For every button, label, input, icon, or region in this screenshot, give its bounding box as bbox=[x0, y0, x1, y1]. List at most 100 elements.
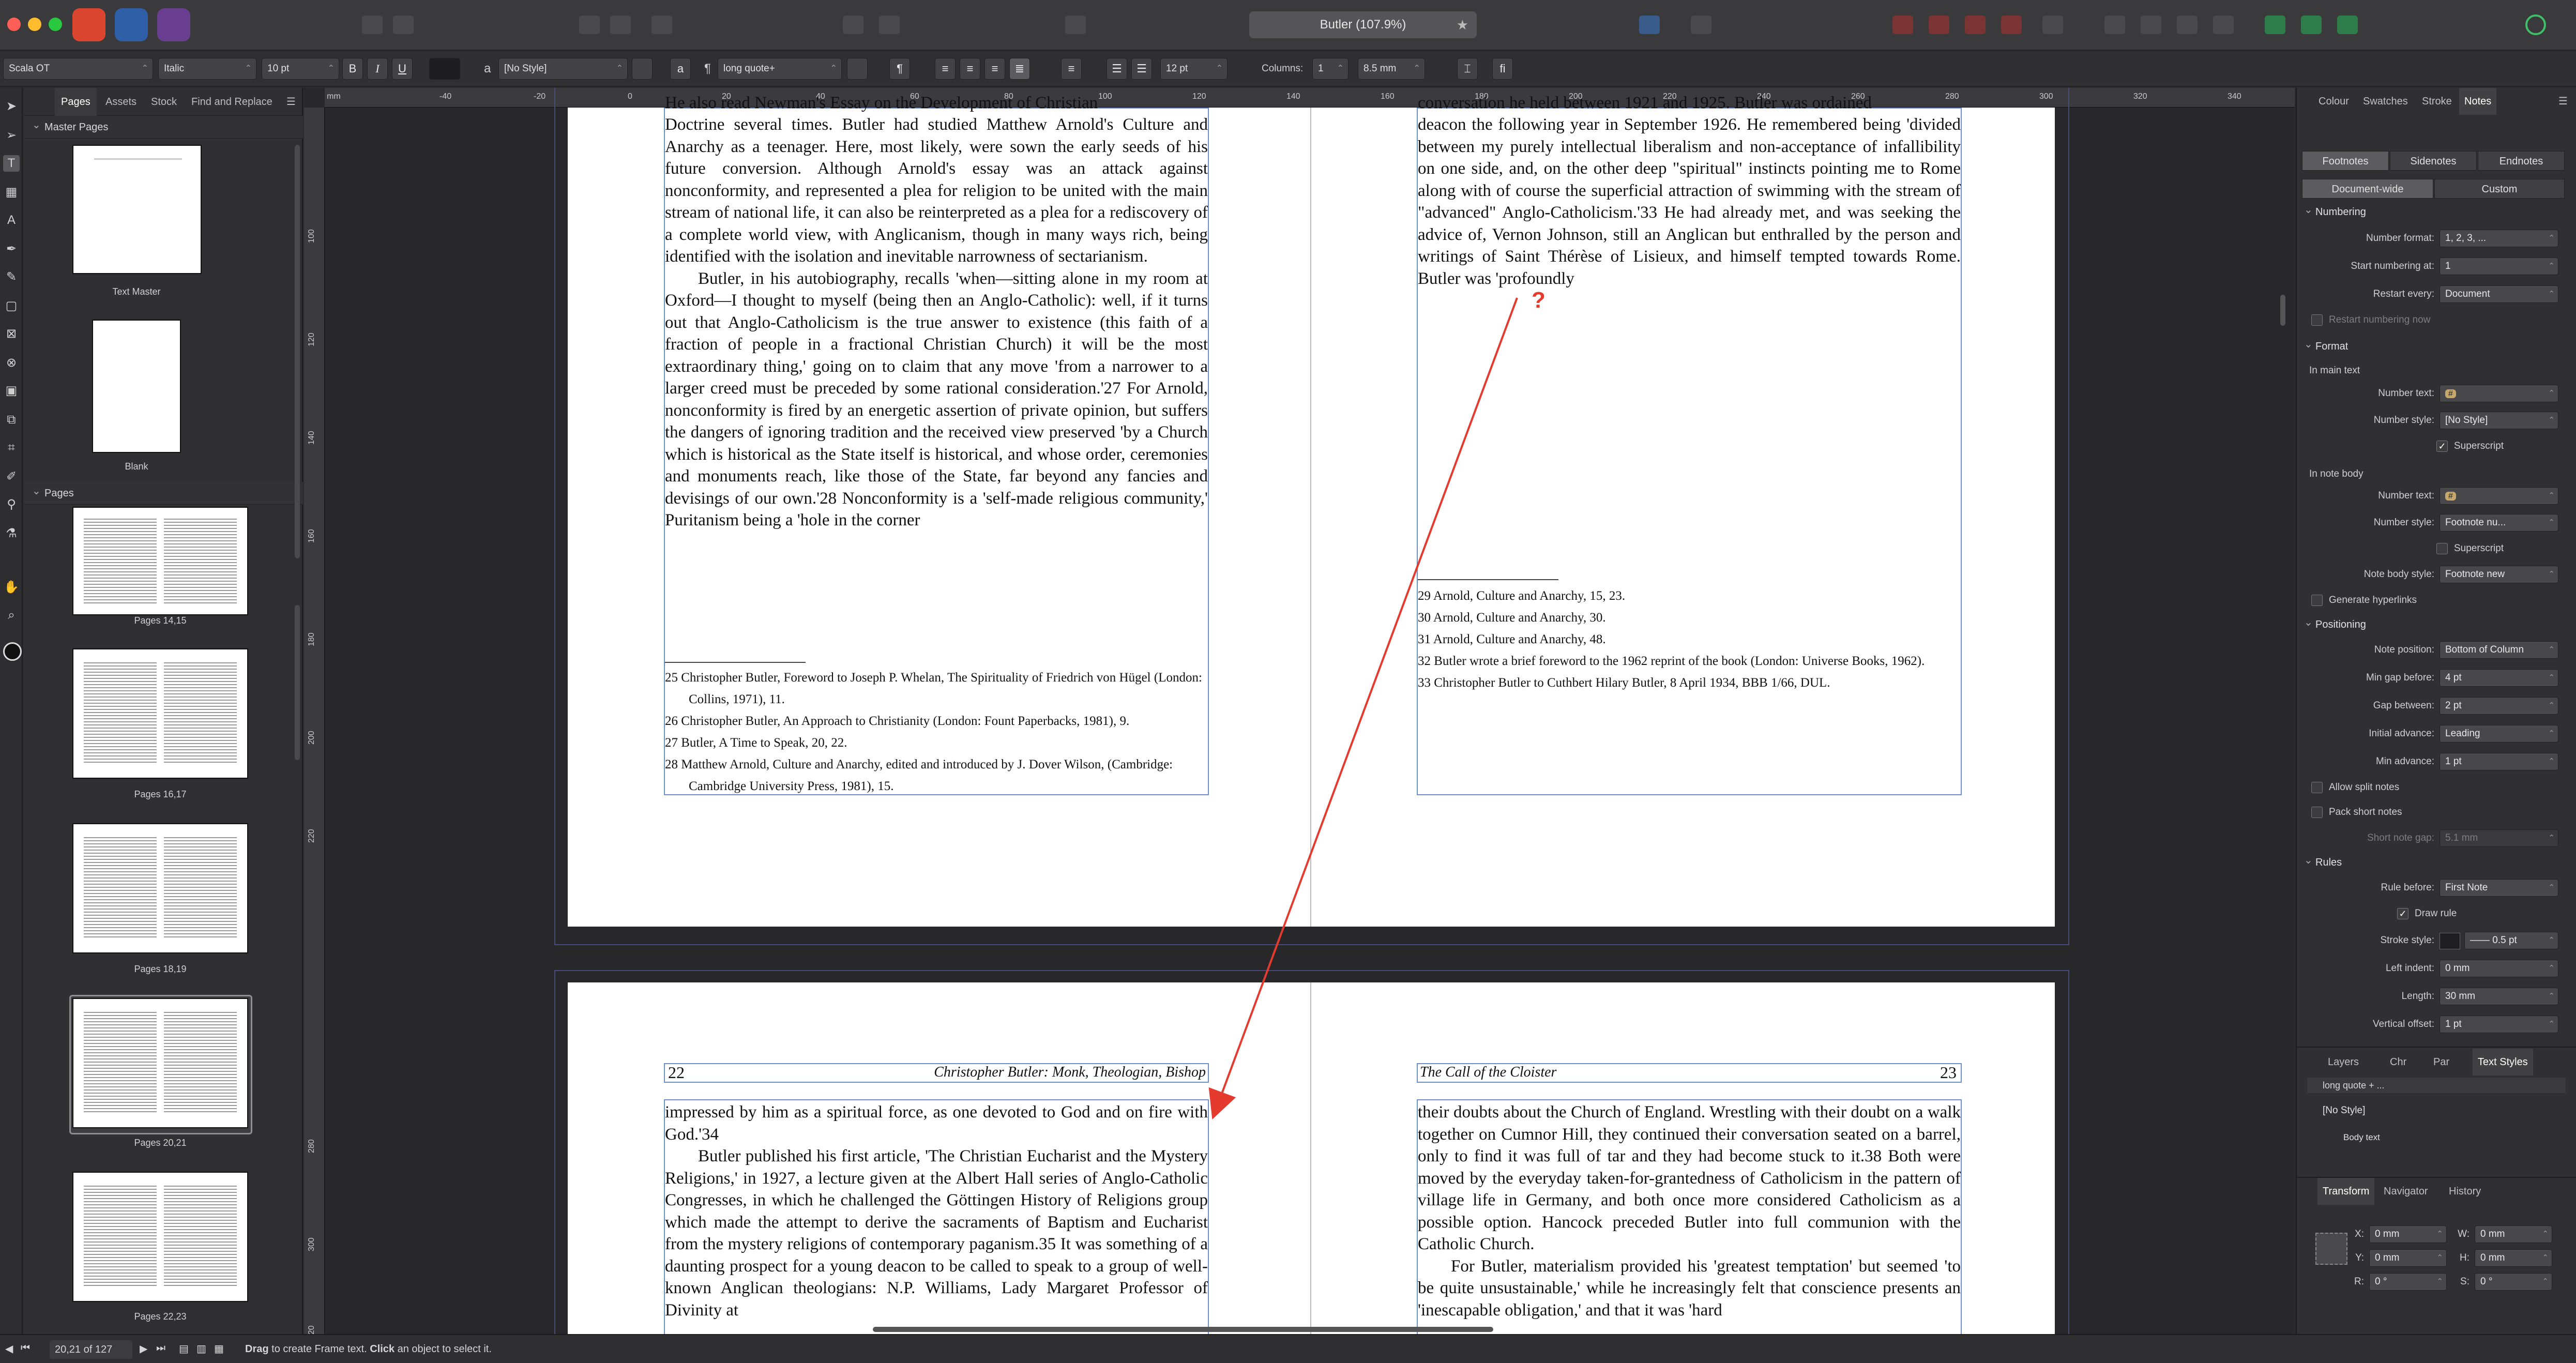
number-text-field-main[interactable]: # bbox=[2439, 385, 2558, 402]
underline-button[interactable]: U bbox=[392, 58, 413, 80]
publisher-persona-icon[interactable] bbox=[157, 8, 190, 41]
positioning-section[interactable]: Positioning bbox=[2297, 613, 2576, 634]
height-field[interactable]: 0 mm bbox=[2475, 1249, 2552, 1267]
prev-spread-icon[interactable]: ◀ bbox=[5, 1342, 13, 1355]
arrange-back-icon[interactable] bbox=[1929, 16, 1949, 34]
leading-field[interactable]: 12 pt bbox=[1160, 58, 1228, 80]
bold-button[interactable]: B bbox=[342, 58, 363, 80]
bullet-list-icon[interactable]: ☰ bbox=[1107, 58, 1127, 80]
first-page-icon[interactable]: ⏮ bbox=[21, 1342, 30, 1354]
master-scrollbar[interactable] bbox=[295, 145, 300, 558]
align-icon[interactable] bbox=[1892, 16, 1913, 34]
tab-footnotes[interactable]: Footnotes bbox=[2302, 151, 2389, 171]
paragraph-style-select[interactable]: long quote+ bbox=[718, 58, 842, 80]
text-color-swatch[interactable] bbox=[429, 58, 460, 80]
pen-tool-icon[interactable]: ✒ bbox=[3, 241, 20, 258]
user-icon[interactable] bbox=[2525, 14, 2546, 35]
align-right-icon[interactable]: ≡ bbox=[984, 58, 1005, 80]
table-tool-icon[interactable]: ▦ bbox=[3, 184, 20, 201]
primary-color-icon[interactable] bbox=[3, 642, 22, 661]
pin-icon[interactable] bbox=[843, 16, 863, 34]
text-frame-settings-icon[interactable]: ⌶ bbox=[1457, 58, 1478, 80]
panel-menu-icon[interactable]: ☰ bbox=[280, 88, 302, 116]
flip-icon[interactable] bbox=[2104, 16, 2125, 34]
snapping-icon[interactable] bbox=[879, 16, 900, 34]
minimize-window-button[interactable] bbox=[28, 18, 41, 31]
preflight-icon[interactable] bbox=[393, 16, 414, 34]
rotate-icon[interactable] bbox=[2141, 16, 2161, 34]
node-tool-icon[interactable]: ➢ bbox=[3, 127, 20, 144]
short-gap-field[interactable]: 5.1 mm bbox=[2439, 829, 2558, 847]
superscript-checkbox-main[interactable]: ✓ bbox=[2436, 441, 2448, 452]
length-field[interactable]: 30 mm bbox=[2439, 988, 2558, 1005]
numbered-list-icon[interactable]: ☰ bbox=[1131, 58, 1152, 80]
tab-navigator[interactable]: Navigator bbox=[2378, 1178, 2433, 1205]
tab-character[interactable]: Chr bbox=[2385, 1049, 2412, 1076]
move-tool-icon[interactable]: ➤ bbox=[3, 98, 20, 115]
next-page-icon[interactable]: ▶ bbox=[140, 1342, 147, 1355]
artistic-text-tool-icon[interactable]: A bbox=[3, 212, 20, 229]
char-style-a-button[interactable]: a bbox=[670, 58, 691, 80]
page-thumb-14-15[interactable] bbox=[72, 507, 248, 615]
tab-notes[interactable]: Notes bbox=[2459, 88, 2497, 115]
tab-find-replace[interactable]: Find and Replace bbox=[185, 88, 279, 116]
tab-layers[interactable]: Layers bbox=[2323, 1049, 2364, 1076]
scope-custom[interactable]: Custom bbox=[2434, 179, 2565, 199]
number-format-select[interactable]: 1, 2, 3, ... bbox=[2439, 230, 2558, 247]
panel-menu-icon[interactable]: ☰ bbox=[2553, 88, 2573, 115]
master-thumb-blank[interactable] bbox=[92, 320, 181, 453]
draw-rule-checkbox[interactable]: ✓ bbox=[2397, 908, 2408, 919]
group-icon[interactable] bbox=[2001, 16, 2022, 34]
close-document-icon[interactable]: ★ bbox=[1457, 11, 1468, 38]
align-center-icon[interactable]: ≡ bbox=[960, 58, 980, 80]
rule-before-select[interactable]: First Note bbox=[2439, 879, 2558, 897]
clear-char-style-icon[interactable] bbox=[632, 58, 653, 80]
font-size-field[interactable]: 10 pt bbox=[262, 58, 339, 80]
note-position-select[interactable]: Bottom of Column bbox=[2439, 641, 2558, 659]
photo-persona-icon[interactable] bbox=[115, 8, 148, 41]
stroke-weight-field[interactable]: —— 0.5 pt bbox=[2464, 932, 2558, 949]
master-view-icon[interactable]: ▦ bbox=[214, 1342, 224, 1355]
style-row[interactable]: [No Style] bbox=[2307, 1102, 2566, 1119]
document-canvas[interactable]: mm -40 -20 0 20 40 60 80 100 120 140 160 180 200 220 24… bbox=[304, 88, 2295, 1334]
gutter-field[interactable]: 8.5 mm bbox=[1358, 58, 1425, 80]
designer-persona-icon[interactable] bbox=[72, 8, 105, 41]
picture-frame-tool-icon[interactable]: ⊠ bbox=[3, 326, 20, 342]
boolean-icon[interactable] bbox=[2177, 16, 2198, 34]
stroke-colour-swatch[interactable] bbox=[2439, 933, 2460, 949]
transparency-tool-icon[interactable]: ⚲ bbox=[3, 496, 20, 513]
allow-split-checkbox[interactable] bbox=[2311, 782, 2323, 793]
restart-every-select[interactable]: Document bbox=[2439, 285, 2558, 303]
tab-assets[interactable]: Assets bbox=[99, 88, 143, 116]
tab-colour[interactable]: Colour bbox=[2313, 88, 2354, 115]
shear-field[interactable]: 0 ° bbox=[2475, 1273, 2552, 1291]
columns-field[interactable]: 1 bbox=[1312, 58, 1348, 80]
pack-short-checkbox[interactable] bbox=[2311, 807, 2323, 818]
crop-tool-icon[interactable]: ⌗ bbox=[3, 440, 20, 456]
page-indicator[interactable]: 20,21 of 127 bbox=[50, 1340, 132, 1359]
page-thumb-22-23[interactable] bbox=[72, 1172, 248, 1302]
linked-frame-icon[interactable] bbox=[1691, 16, 1711, 34]
view-mode-icon[interactable] bbox=[579, 16, 600, 34]
hide-panels-icon[interactable] bbox=[1065, 16, 1086, 34]
character-style-select[interactable]: [No Style] bbox=[498, 58, 628, 80]
tab-swatches[interactable]: Swatches bbox=[2358, 88, 2413, 115]
note-body-style-select[interactable]: Footnote new bbox=[2439, 566, 2558, 583]
page-thumb-18-19[interactable] bbox=[72, 823, 248, 953]
number-style-select-note[interactable]: Footnote nu... bbox=[2439, 514, 2558, 532]
color-wheel-icon[interactable] bbox=[2337, 16, 2358, 34]
pilcrow-button[interactable]: ¶ bbox=[889, 58, 910, 80]
spread-view-icon[interactable]: ▥ bbox=[196, 1342, 206, 1355]
tab-paragraph[interactable]: Par bbox=[2428, 1049, 2454, 1076]
preview-mode-icon[interactable] bbox=[610, 16, 631, 34]
restart-now-checkbox[interactable] bbox=[2311, 314, 2323, 326]
italic-button[interactable]: I bbox=[367, 58, 388, 80]
pencil-tool-icon[interactable]: ✎ bbox=[3, 269, 20, 285]
style-row[interactable]: long quote + ... bbox=[2307, 1078, 2566, 1093]
gap-between-field[interactable]: 2 pt bbox=[2439, 697, 2558, 715]
min-gap-field[interactable]: 4 pt bbox=[2439, 669, 2558, 687]
scope-document-wide[interactable]: Document-wide bbox=[2302, 179, 2433, 199]
tab-pages[interactable]: Pages bbox=[55, 88, 97, 116]
numbering-section[interactable]: Numbering bbox=[2297, 201, 2576, 221]
font-style-select[interactable]: Italic bbox=[158, 58, 256, 80]
